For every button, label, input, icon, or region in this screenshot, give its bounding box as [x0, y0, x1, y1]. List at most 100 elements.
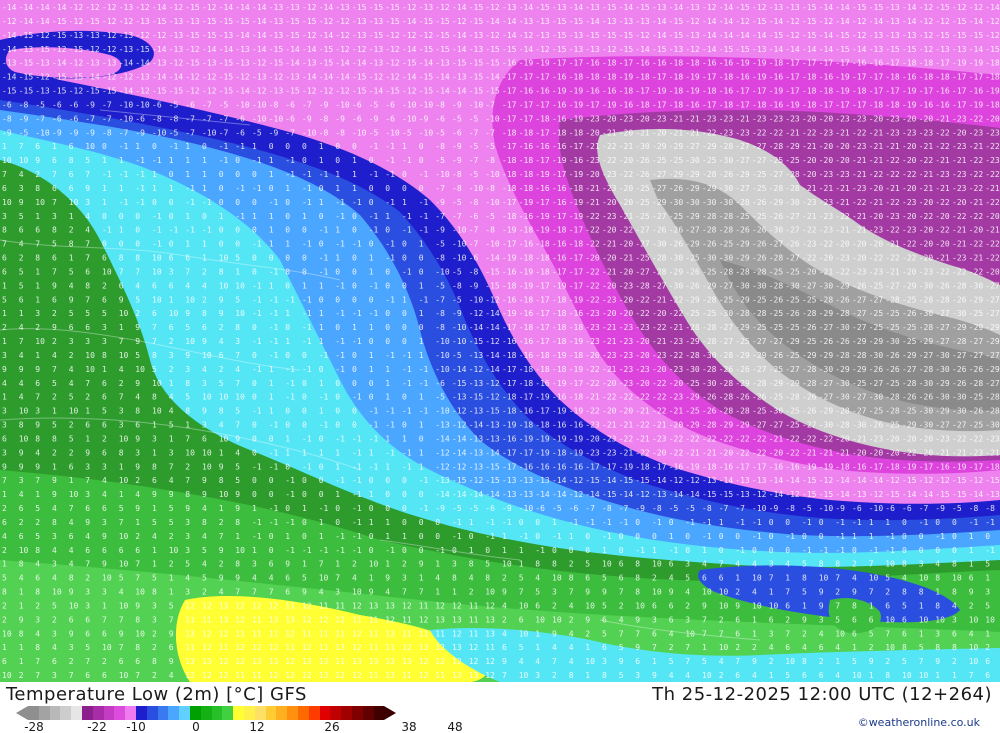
grid-value-label: 8: [952, 588, 957, 597]
grid-value-label: -28: [885, 393, 900, 402]
grid-value-label: -30: [685, 198, 700, 207]
grid-value-label: -28: [885, 407, 900, 416]
grid-value-label: 1: [269, 170, 274, 179]
grid-value-label: -14: [769, 17, 784, 26]
grid-value-label: -20: [902, 184, 917, 193]
grid-value-label: -14: [769, 476, 784, 485]
grid-value-label: 13: [385, 671, 395, 680]
scale-swatch: [276, 706, 288, 720]
grid-value-label: -6: [852, 504, 862, 513]
grid-value-label: -16: [569, 462, 584, 471]
scale-swatch: [211, 706, 223, 720]
grid-value-label: -18: [535, 421, 550, 430]
grid-value-label: -7: [435, 184, 445, 193]
grid-value-label: 8: [35, 546, 40, 555]
grid-value-label: 0: [252, 476, 257, 485]
credit-link[interactable]: ©weatheronline.co.uk: [858, 716, 980, 729]
grid-value-label: 0: [269, 532, 274, 541]
grid-value-label: 4: [52, 351, 57, 360]
grid-value-label: -18: [985, 73, 1000, 82]
grid-value-label: -14: [985, 3, 1000, 12]
grid-value-label: -1: [502, 518, 512, 527]
grid-value-label: 10: [235, 546, 245, 555]
grid-value-label: -9: [452, 142, 462, 151]
grid-value-label: -16: [935, 87, 950, 96]
grid-value-label: 1: [185, 421, 190, 430]
grid-value-label: 2: [19, 671, 24, 680]
grid-value-label: -14: [519, 3, 534, 12]
grid-value-label: -13: [585, 45, 600, 54]
grid-value-label: -13: [752, 476, 767, 485]
grid-value-label: -30: [919, 421, 934, 430]
grid-value-label: 2: [735, 643, 740, 652]
grid-value-label: -17: [585, 100, 600, 109]
grid-value-label: 4: [152, 532, 157, 541]
grid-value-label: 7: [119, 267, 124, 276]
grid-value-label: -20: [819, 114, 834, 123]
grid-value-label: 0: [369, 546, 374, 555]
grid-value-label: -22: [785, 435, 800, 444]
grid-value-label: 0: [619, 546, 624, 555]
grid-value-label: -26: [752, 254, 767, 263]
temperature-map[interactable]: -14 -14 -14 -14 -12 -12 -12 -13 -12 -14 -12 -15 -12-…: [0, 0, 1000, 682]
grid-value-label: 6: [19, 532, 24, 541]
grid-value-label: -12: [785, 31, 800, 40]
grid-value-label: 5: [119, 574, 124, 583]
grid-value-label: -12: [185, 45, 200, 54]
grid-value-label: 0: [269, 184, 274, 193]
grid-value-label: 5: [802, 588, 807, 597]
grid-value-label: -12: [352, 45, 367, 54]
scale-swatch: [135, 706, 147, 720]
grid-value-label: -1: [269, 448, 279, 457]
grid-value-label: 1: [469, 546, 474, 555]
grid-value-label: -13: [419, 3, 434, 12]
grid-value-label: 1: [85, 435, 90, 444]
grid-value-label: -25: [702, 309, 717, 318]
grid-value-label: -27: [952, 351, 967, 360]
grid-value-label: -29: [919, 337, 934, 346]
grid-value-label: 1: [869, 671, 874, 680]
grid-value-label: -14: [135, 59, 150, 68]
grid-value-label: 10: [135, 588, 145, 597]
grid-value-label: -12: [35, 31, 50, 40]
grid-value-label: 9: [185, 504, 190, 513]
grid-value-label: 0: [152, 142, 157, 151]
grid-value-label: 10: [235, 309, 245, 318]
grid-value-label: -29: [685, 170, 700, 179]
grid-value-label: -21: [869, 156, 884, 165]
grid-value-label: -8: [435, 100, 445, 109]
grid-value-label: 1: [302, 448, 307, 457]
grid-value-label: -16: [552, 142, 567, 151]
grid-value-label: -13: [569, 31, 584, 40]
grid-value-label: -29: [685, 393, 700, 402]
grid-value-label: 13: [219, 615, 229, 624]
grid-value-label: 7: [785, 588, 790, 597]
grid-value-label: -29: [819, 309, 834, 318]
scale-tick-label: 12: [249, 720, 264, 733]
grid-value-label: -13: [435, 476, 450, 485]
grid-value-label: 3: [102, 323, 107, 332]
grid-value-label: 10: [319, 574, 329, 583]
grid-value-label: -20: [852, 448, 867, 457]
grid-value-label: 0: [402, 309, 407, 318]
grid-value-label: -26: [735, 226, 750, 235]
grid-value-label: -23: [802, 240, 817, 249]
grid-value-label: 7: [52, 365, 57, 374]
grid-value-label: -14: [769, 45, 784, 54]
grid-value-label: 1: [19, 309, 24, 318]
grid-value-label: -13: [35, 59, 50, 68]
grid-value-label: -29: [669, 267, 684, 276]
grid-value-label: 12: [202, 629, 212, 638]
grid-value-label: 6: [602, 615, 607, 624]
grid-value-label: -9: [369, 114, 379, 123]
grid-value-label: 10: [502, 560, 512, 569]
grid-value-label: -19: [569, 448, 584, 457]
grid-value-label: -13: [702, 476, 717, 485]
grid-value-label: 1: [19, 657, 24, 666]
grid-value-label: 1: [419, 448, 424, 457]
scale-swatch: [179, 706, 190, 720]
grid-value-label: 2: [785, 615, 790, 624]
grid-value-label: -12: [685, 45, 700, 54]
grid-value-label: 5: [69, 309, 74, 318]
grid-value-label: -27: [652, 281, 667, 290]
